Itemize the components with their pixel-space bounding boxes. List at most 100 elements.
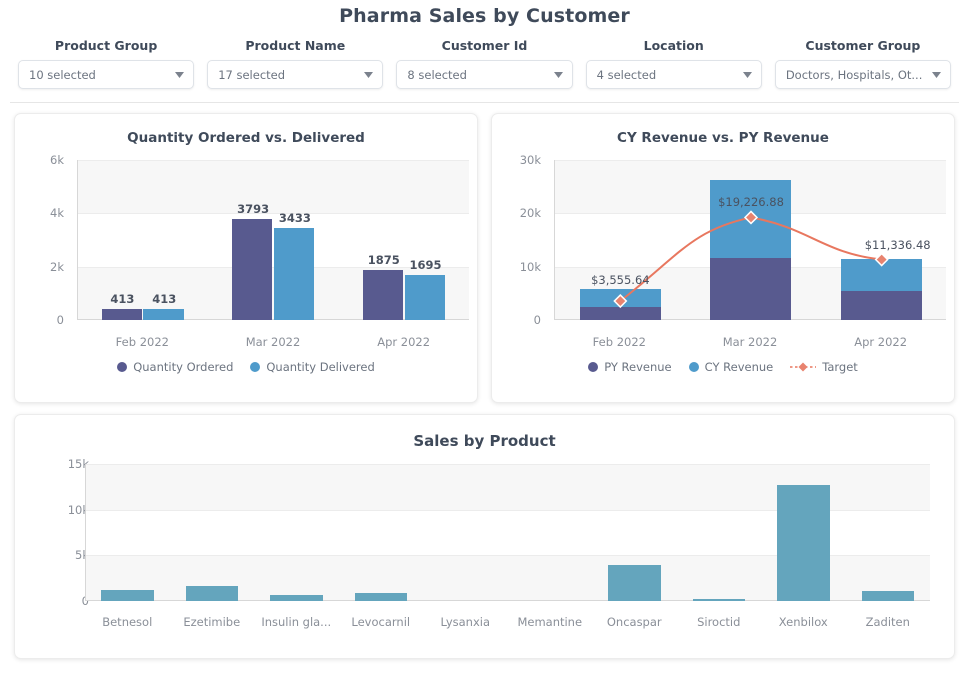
x-axis-tick-label: Feb 2022 bbox=[592, 335, 646, 349]
filter-select-location[interactable]: 4 selected bbox=[585, 60, 762, 89]
chart-plot-area-revenue: 0 10k 20k 30k $3,555.64 $19,226.88 $11,336.48 F… bbox=[492, 146, 954, 390]
legend-label: CY Revenue bbox=[704, 360, 774, 374]
plot-area bbox=[85, 464, 930, 601]
bar-segment bbox=[841, 259, 923, 291]
x-axis-tick-label: Mar 2022 bbox=[245, 335, 301, 349]
bar-value-label: 3433 bbox=[278, 211, 311, 226]
filter-customer-id: Customer Id 8 selected bbox=[396, 38, 573, 89]
y-axis-tick-label: 10k bbox=[519, 259, 541, 274]
filter-value: 8 selected bbox=[407, 67, 467, 82]
chevron-down-icon bbox=[364, 71, 374, 78]
x-axis-tick-label: Feb 2022 bbox=[115, 335, 169, 349]
legend-color-swatch bbox=[117, 362, 128, 372]
chart-plot-area-quantity: 0 2k 4k 6k 413 413 3793 3433 1875 1695 Feb 2022 Mar… bbox=[15, 146, 477, 390]
legend-color-swatch bbox=[250, 362, 261, 372]
bar bbox=[608, 564, 661, 601]
chart-title: Sales by Product bbox=[413, 432, 556, 450]
y-axis-tick-label: 2k bbox=[50, 259, 64, 274]
y-axis-tick-label: 4k bbox=[50, 206, 64, 221]
filter-label: Location bbox=[643, 38, 704, 53]
bar bbox=[101, 309, 142, 320]
legend-color-swatch bbox=[588, 362, 599, 372]
legend-item[interactable]: CY Revenue bbox=[688, 360, 774, 374]
legend-item[interactable]: PY Revenue bbox=[588, 360, 672, 374]
chart-title: CY Revenue vs. PY Revenue bbox=[617, 130, 829, 146]
x-axis-tick-label: Xenbilox bbox=[778, 615, 828, 629]
target-value-label: $3,555.64 bbox=[591, 272, 650, 287]
legend-label: PY Revenue bbox=[604, 360, 672, 374]
gridline bbox=[86, 464, 930, 465]
legend-label: Target bbox=[822, 360, 858, 374]
chevron-down-icon bbox=[553, 71, 563, 78]
bar bbox=[274, 228, 315, 320]
card-sales-by-product: Sales by Product 0 5k 10k 15k Betnesol Ezetim… bbox=[14, 414, 955, 659]
filter-value: 10 selected bbox=[29, 67, 96, 82]
gridline bbox=[78, 213, 469, 215]
gridline bbox=[555, 160, 946, 161]
y-axis-tick-label: 0 bbox=[56, 313, 64, 327]
x-axis-tick-label: Levocarnil bbox=[351, 615, 411, 629]
bar-value-label: 3793 bbox=[237, 201, 270, 216]
chevron-down-icon bbox=[175, 71, 185, 78]
legend-item[interactable]: Target bbox=[790, 360, 858, 374]
x-axis-tick-label: Oncaspar bbox=[606, 615, 662, 629]
bar bbox=[143, 309, 184, 320]
legend-item[interactable]: Quantity Delivered bbox=[250, 360, 375, 374]
x-axis-tick-label: Memantine bbox=[517, 615, 583, 629]
legend-label: Quantity Ordered bbox=[133, 360, 234, 374]
x-axis-tick-label: Insulin gla... bbox=[261, 615, 332, 629]
x-axis-tick-label: Zaditen bbox=[865, 615, 910, 629]
bar-segment bbox=[579, 307, 661, 320]
plot-area: $3,555.64 $19,226.88 $11,336.48 bbox=[554, 160, 946, 320]
target-marker-icon bbox=[790, 362, 817, 372]
legend-label: Quantity Delivered bbox=[266, 360, 375, 374]
filter-value: Doctors, Hospitals, Ot... bbox=[785, 67, 923, 82]
x-axis-tick-label: Apr 2022 bbox=[377, 335, 431, 349]
legend-item[interactable]: Quantity Ordered bbox=[117, 360, 233, 374]
target-value-label: $11,336.48 bbox=[864, 237, 931, 252]
bar-value-label: 1875 bbox=[367, 253, 400, 267]
legend-color-swatch bbox=[688, 362, 699, 372]
bar-segment bbox=[579, 288, 661, 308]
filter-select-product-group[interactable]: 10 selected bbox=[18, 60, 195, 89]
x-axis-tick-label: Lysanxia bbox=[440, 615, 491, 629]
target-value-label: $19,226.88 bbox=[718, 195, 784, 210]
plot-band bbox=[78, 160, 469, 214]
filter-label: Customer Id bbox=[441, 38, 528, 53]
chevron-down-icon bbox=[742, 71, 752, 78]
filter-location: Location 4 selected bbox=[585, 38, 762, 89]
filter-select-customer-id[interactable]: 8 selected bbox=[396, 60, 573, 89]
filter-value: 4 selected bbox=[596, 67, 657, 82]
bar-value-label: 1695 bbox=[409, 257, 442, 272]
x-axis-tick-label: Siroctid bbox=[697, 615, 741, 629]
filter-bar: Product Group 10 selected Product Name 1… bbox=[0, 27, 969, 89]
filter-product-name: Product Name 17 selected bbox=[207, 38, 384, 89]
gridline bbox=[78, 160, 469, 161]
x-axis-tick-label: Apr 2022 bbox=[854, 335, 908, 349]
charts-row-top: Quantity Ordered vs. Delivered 0 2k 4k 6k 41… bbox=[0, 103, 969, 403]
page-title: Pharma Sales by Customer bbox=[339, 5, 630, 27]
bar-segment bbox=[710, 257, 792, 320]
bar bbox=[362, 270, 404, 320]
chart-plot-area-sales: 0 5k 10k 15k Betnesol Ezetimibe Insulin gla...… bbox=[15, 450, 954, 671]
bar bbox=[185, 585, 239, 601]
y-axis-tick-label: 6k bbox=[50, 153, 64, 167]
bar bbox=[692, 598, 746, 601]
bar bbox=[777, 485, 830, 601]
filter-select-product-name[interactable]: 17 selected bbox=[207, 60, 384, 89]
y-axis-tick-label: 20k bbox=[519, 206, 541, 221]
bar-value-label: 413 bbox=[152, 291, 177, 306]
card-cy-revenue-vs-py-revenue: CY Revenue vs. PY Revenue 0 10k 20k 30k $3,5… bbox=[491, 113, 955, 403]
filter-label: Customer Group bbox=[805, 38, 921, 53]
bar bbox=[354, 592, 408, 601]
bar bbox=[861, 590, 915, 601]
chart-legend: PY Revenue CY Revenue Target bbox=[492, 360, 954, 374]
filter-label: Product Name bbox=[245, 38, 346, 53]
filter-select-customer-group[interactable]: Doctors, Hospitals, Ot... bbox=[774, 60, 952, 89]
dashboard-page: Pharma Sales by Customer Product Group 1… bbox=[0, 0, 969, 678]
bar-segment bbox=[710, 180, 792, 258]
chart-legend: Quantity Ordered Quantity Delivered bbox=[15, 360, 477, 374]
filter-label: Product Group bbox=[54, 38, 158, 53]
x-axis-tick-label: Ezetimibe bbox=[183, 615, 241, 629]
filter-value: 17 selected bbox=[218, 67, 286, 82]
